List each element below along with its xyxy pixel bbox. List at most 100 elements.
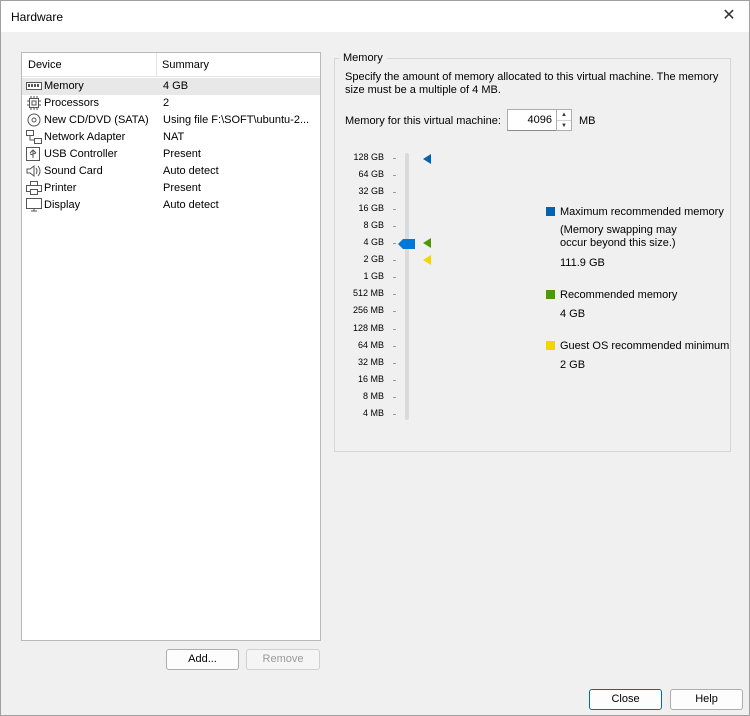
device-list[interactable]: Device Summary Memory 4 GB Processors 2 <box>21 52 321 641</box>
scale-tick <box>393 362 396 364</box>
scale-label: 256 MB <box>352 305 384 316</box>
device-summary: Auto detect <box>163 165 219 177</box>
device-name: Memory <box>44 80 84 92</box>
hardware-dialog: Hardware ✕ Device Summary Memory 4 GB Pr… <box>0 0 750 716</box>
column-summary[interactable]: Summary <box>162 59 209 71</box>
memory-slider-thumb[interactable] <box>398 239 415 249</box>
scale-tick <box>393 192 396 194</box>
scale-tick <box>393 396 396 398</box>
spin-up-icon[interactable]: ▲ <box>557 110 571 120</box>
max-recommended-value: 111.9 GB <box>560 257 605 269</box>
scale-tick <box>393 175 396 177</box>
device-row-sound-card[interactable]: Sound Card Auto detect <box>22 163 320 180</box>
scale-label: 16 MB <box>357 373 384 384</box>
device-summary: NAT <box>163 131 185 143</box>
memory-unit: MB <box>579 115 596 127</box>
device-name: Printer <box>44 182 77 194</box>
recommended-title: Recommended memory <box>560 289 678 301</box>
scale-tick <box>393 328 396 330</box>
scale-label: 64 MB <box>357 339 384 350</box>
memory-spinner[interactable]: ▲ ▼ <box>556 109 572 131</box>
scale-label: 4 MB <box>362 407 384 418</box>
max-recommended-swatch <box>546 207 555 216</box>
scale-label: 8 GB <box>363 220 384 231</box>
scale-label: 128 MB <box>352 322 384 333</box>
device-list-header: Device Summary <box>22 53 320 77</box>
recommended-swatch <box>546 290 555 299</box>
device-summary: Present <box>163 148 201 160</box>
memory-group-title: Memory <box>339 52 387 64</box>
recommended-value: 4 GB <box>560 308 586 320</box>
scale-tick <box>393 277 396 279</box>
processor-icon <box>27 96 41 110</box>
max-recommended-title: Maximum recommended memory <box>560 206 724 218</box>
scale-label: 16 GB <box>358 203 384 214</box>
device-summary: 2 <box>163 97 170 109</box>
scale-label: 1 GB <box>363 271 384 282</box>
guest-minimum-title: Guest OS recommended minimum <box>560 340 730 352</box>
cd-dvd-icon <box>27 113 41 127</box>
memory-size-input[interactable]: 4096 <box>507 109 557 131</box>
column-divider <box>156 53 157 77</box>
device-summary: 4 GB <box>163 80 189 92</box>
close-button[interactable]: Close <box>589 689 662 710</box>
remove-device-button[interactable]: Remove <box>246 649 320 670</box>
scale-tick <box>393 294 396 296</box>
device-name: Display <box>44 199 81 211</box>
scale-tick <box>393 243 396 245</box>
device-name: New CD/DVD (SATA) <box>44 114 149 126</box>
scale-tick <box>393 379 396 381</box>
scale-label: 4 GB <box>363 237 384 248</box>
scale-label: 2 GB <box>363 254 384 265</box>
scale-label: 512 MB <box>352 288 384 299</box>
scale-tick <box>393 311 396 313</box>
add-device-button[interactable]: Add... <box>166 649 239 670</box>
scale-tick <box>393 226 396 228</box>
device-row-memory[interactable]: Memory 4 GB <box>22 78 320 95</box>
column-device[interactable]: Device <box>28 59 62 71</box>
device-row-network-adapter[interactable]: Network Adapter NAT <box>22 129 320 146</box>
help-button[interactable]: Help <box>670 689 743 710</box>
device-name: Processors <box>44 97 100 109</box>
scale-tick <box>393 260 396 262</box>
scale-label: 32 MB <box>357 356 384 367</box>
device-summary: Present <box>163 182 201 194</box>
speaker-icon <box>26 165 41 177</box>
device-name: Sound Card <box>44 165 103 177</box>
device-row-usb-controller[interactable]: USB Controller Present <box>22 146 320 163</box>
scale-label: 8 MB <box>362 390 384 401</box>
device-row-processors[interactable]: Processors 2 <box>22 95 320 112</box>
printer-icon <box>26 181 42 195</box>
display-icon <box>26 198 42 212</box>
memory-icon <box>26 82 42 90</box>
scale-tick <box>393 209 396 211</box>
max-recommended-marker-icon <box>423 154 431 164</box>
guest-minimum-swatch <box>546 341 555 350</box>
memory-field-label: Memory for this virtual machine: <box>345 115 501 127</box>
device-summary: Using file F:\SOFT\ubuntu-2... <box>163 114 310 126</box>
scale-label: 128 GB <box>353 152 384 162</box>
title-bar: Hardware ✕ <box>1 1 749 32</box>
device-row-display[interactable]: Display Auto detect <box>22 197 320 214</box>
device-summary: Auto detect <box>163 199 219 211</box>
guest-minimum-value: 2 GB <box>560 359 586 371</box>
scale-tick <box>393 413 396 415</box>
network-adapter-icon <box>26 130 42 144</box>
max-recommended-note: (Memory swapping may occur beyond this s… <box>560 224 677 249</box>
usb-icon <box>26 147 40 161</box>
device-name: Network Adapter <box>44 131 126 143</box>
scale-tick <box>393 345 396 347</box>
spin-down-icon[interactable]: ▼ <box>557 120 571 130</box>
scale-tick <box>393 158 396 159</box>
window-title: Hardware <box>11 10 64 24</box>
device-row-printer[interactable]: Printer Present <box>22 180 320 197</box>
close-window-icon[interactable]: ✕ <box>715 3 743 29</box>
device-row-cd-dvd[interactable]: New CD/DVD (SATA) Using file F:\SOFT\ubu… <box>22 112 320 129</box>
recommended-marker-icon <box>423 238 431 248</box>
memory-slider-track[interactable] <box>405 153 409 420</box>
scale-label: 64 GB <box>358 169 384 180</box>
memory-description: Specify the amount of memory allocated t… <box>345 71 719 96</box>
scale-label: 32 GB <box>358 186 384 197</box>
guest-minimum-marker-icon <box>423 255 431 265</box>
device-name: USB Controller <box>44 148 118 160</box>
